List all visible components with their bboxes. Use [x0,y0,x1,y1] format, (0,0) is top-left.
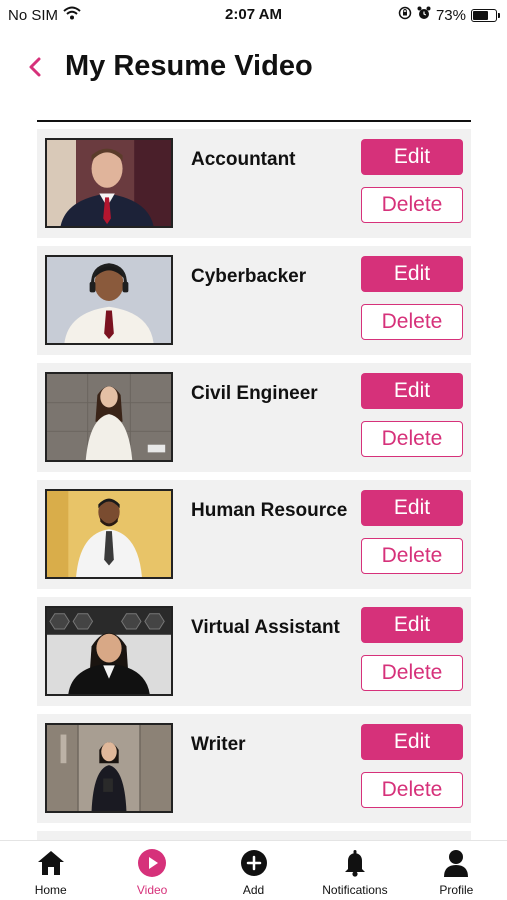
edit-button[interactable]: Edit [361,724,463,760]
status-bar: No SIM 2:07 AM 73% [0,0,507,30]
video-title: Human Resource [191,500,348,521]
nav-profile[interactable]: Profile [406,841,507,900]
video-card-partial [37,831,471,840]
header: My Resume Video [0,40,507,100]
video-title: Virtual Assistant [191,617,340,638]
status-right: 73% [398,6,500,24]
nav-add[interactable]: Add [203,841,304,900]
add-icon [239,848,269,878]
edit-button[interactable]: Edit [361,607,463,643]
home-icon [36,848,66,878]
alarm-icon [417,6,431,24]
video-thumbnail[interactable] [45,255,173,345]
delete-button[interactable]: Delete [361,421,463,457]
bell-icon [340,848,370,878]
resume-video-list[interactable]: Accountant Edit Delete Cyberbacker Edit … [37,129,471,840]
bottom-nav: Home Video Add Notifications Profile [0,840,507,900]
carrier-label: No SIM [8,6,59,24]
battery-percent: 73% [435,6,466,24]
nav-label: Video [136,883,168,897]
edit-button[interactable]: Edit [361,373,463,409]
play-icon [137,848,167,878]
edit-button[interactable]: Edit [361,490,463,526]
video-title: Accountant [191,149,296,170]
video-title: Civil Engineer [191,383,318,404]
back-button[interactable] [22,54,48,84]
nav-label: Add [242,883,265,897]
battery-fill [473,10,488,20]
video-title: Cyberbacker [191,266,307,287]
video-thumbnail[interactable] [45,489,173,579]
video-card: Virtual Assistant Edit Delete [37,597,471,706]
chevron-left-icon [28,56,42,83]
video-card: Accountant Edit Delete [37,129,471,238]
header-divider [37,120,471,122]
video-card: Civil Engineer Edit Delete [37,363,471,472]
video-thumbnail[interactable] [45,372,173,462]
edit-button[interactable]: Edit [361,256,463,292]
delete-button[interactable]: Delete [361,187,463,223]
video-thumbnail[interactable] [45,138,173,228]
nav-notifications[interactable]: Notifications [304,841,405,900]
nav-label: Notifications [322,883,388,897]
nav-video[interactable]: Video [101,841,202,900]
page-title: My Resume Video [65,50,313,82]
edit-button[interactable]: Edit [361,139,463,175]
nav-label: Profile [439,883,474,897]
video-thumbnail[interactable] [45,606,173,696]
delete-button[interactable]: Delete [361,304,463,340]
battery-icon [471,8,500,22]
status-left: No SIM [8,6,81,24]
nav-label: Home [34,883,67,897]
delete-button[interactable]: Delete [361,655,463,691]
profile-icon [441,848,471,878]
video-card: Human Resource Edit Delete [37,480,471,589]
video-card: Cyberbacker Edit Delete [37,246,471,355]
rotation-lock-icon [398,6,412,24]
nav-home[interactable]: Home [0,841,101,900]
wifi-icon [63,6,81,24]
delete-button[interactable]: Delete [361,772,463,808]
video-title: Writer [191,734,246,755]
video-thumbnail[interactable] [45,723,173,813]
video-card: Writer Edit Delete [37,714,471,823]
delete-button[interactable]: Delete [361,538,463,574]
